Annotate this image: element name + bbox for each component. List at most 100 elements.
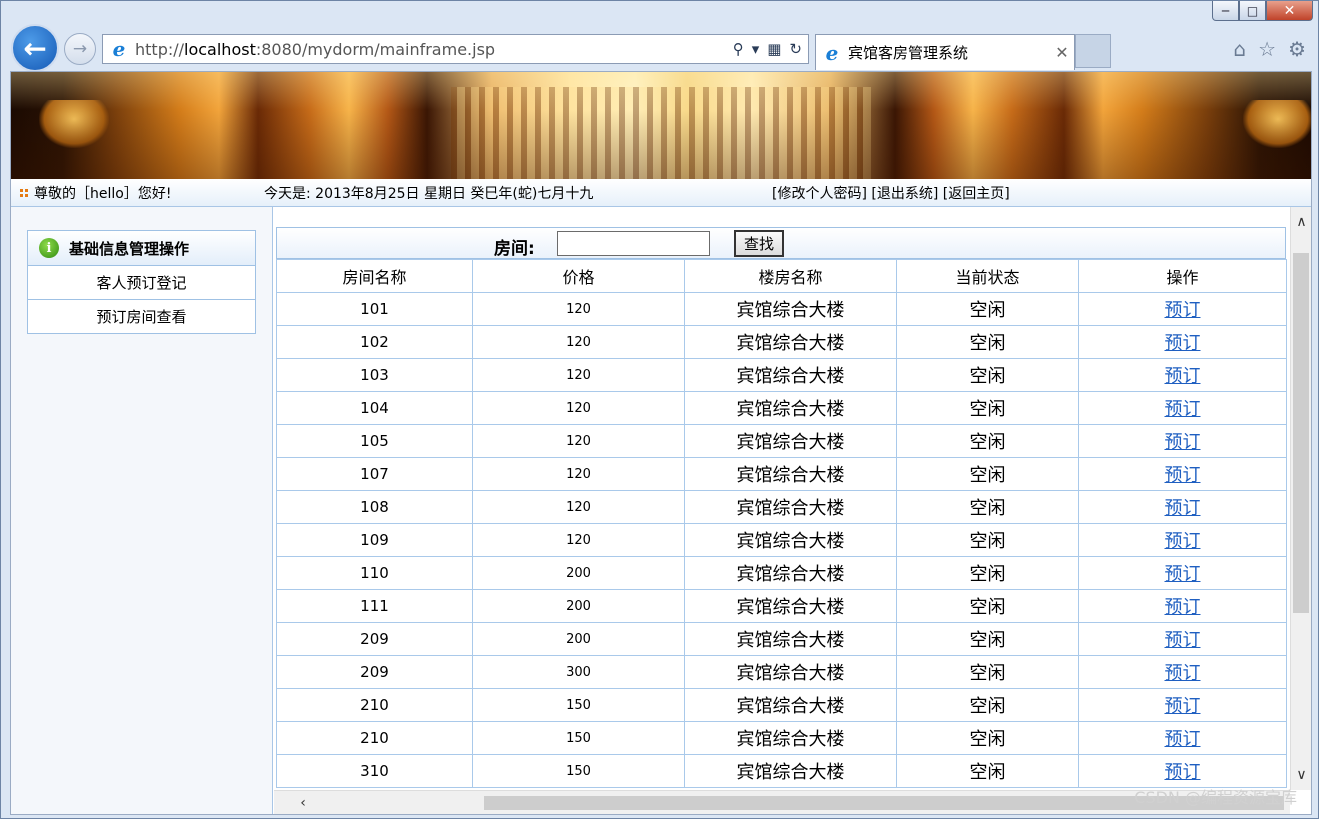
cell-price: 300 xyxy=(472,655,685,689)
back-button[interactable]: ← xyxy=(11,24,59,72)
info-bar: 尊敬的［hello］您好! 今天是: 2013年8月25日 星期日 癸巳年(蛇)… xyxy=(11,179,1311,207)
room-search-input[interactable] xyxy=(557,231,710,256)
cell-status: 空闲 xyxy=(896,424,1079,458)
cell-status: 空闲 xyxy=(896,721,1079,755)
vertical-scroll-thumb[interactable] xyxy=(1293,253,1309,613)
hotel-banner-image xyxy=(11,72,1311,179)
cell-room-name: 101 xyxy=(276,292,473,326)
cell-room-name: 310 xyxy=(276,754,473,788)
scroll-down-icon[interactable]: ∨ xyxy=(1291,764,1311,786)
cell-action: 预订 xyxy=(1078,754,1287,788)
room-table-body: 101 120 宾馆综合大楼 空闲 预订 102 120 宾馆综合大楼 空闲 预订 103 120 宾馆… xyxy=(276,292,1287,788)
cell-building: 宾馆综合大楼 xyxy=(684,655,897,689)
cell-room-name: 109 xyxy=(276,523,473,557)
cell-building: 宾馆综合大楼 xyxy=(684,358,897,392)
arrow-right-icon: → xyxy=(72,39,88,59)
sidebar: i 基础信息管理操作 客人预订登记 预订房间查看 xyxy=(11,207,273,814)
sidebar-item-guest-booking[interactable]: 客人预订登记 xyxy=(28,266,255,300)
book-room-link[interactable]: 预订 xyxy=(1165,531,1201,552)
tab-ie-icon: e xyxy=(825,40,839,65)
browser-toolbar-icons: ⌂ ☆ ⚙ xyxy=(1233,37,1306,61)
cell-price: 120 xyxy=(472,292,685,326)
cell-action: 预订 xyxy=(1078,655,1287,689)
cell-price: 120 xyxy=(472,523,685,557)
page-viewport: 尊敬的［hello］您好! 今天是: 2013年8月25日 星期日 癸巳年(蛇)… xyxy=(10,71,1312,815)
header-status: 当前状态 xyxy=(896,259,1079,293)
cell-status: 空闲 xyxy=(896,358,1079,392)
scroll-left-icon[interactable]: ‹ xyxy=(292,791,314,814)
table-row: 104 120 宾馆综合大楼 空闲 预订 xyxy=(276,391,1287,425)
home-icon[interactable]: ⌂ xyxy=(1233,37,1246,61)
cell-price: 120 xyxy=(472,325,685,359)
search-icon[interactable]: ⚲ xyxy=(733,40,744,58)
table-row: 103 120 宾馆综合大楼 空闲 预订 xyxy=(276,358,1287,392)
menu-header-label: 基础信息管理操作 xyxy=(69,239,190,258)
ie-logo-icon: e xyxy=(112,37,126,61)
minimize-icon[interactable]: ─ xyxy=(1212,1,1239,21)
arrow-left-icon: ← xyxy=(23,31,47,65)
dropdown-arrow-icon[interactable]: ▾ xyxy=(752,40,760,58)
book-room-link[interactable]: 预订 xyxy=(1165,762,1201,783)
cell-status: 空闲 xyxy=(896,655,1079,689)
cell-price: 200 xyxy=(472,589,685,623)
book-room-link[interactable]: 预订 xyxy=(1165,729,1201,750)
forward-button[interactable]: → xyxy=(64,33,96,65)
browser-window: ─ □ ✕ ← → e http://localhost:8080/mydorm… xyxy=(0,0,1319,819)
cell-room-name: 102 xyxy=(276,325,473,359)
cell-room-name: 105 xyxy=(276,424,473,458)
book-room-link[interactable]: 预订 xyxy=(1165,696,1201,717)
header-action: 操作 xyxy=(1078,259,1287,293)
refresh-icon[interactable]: ↻ xyxy=(789,40,802,58)
cell-room-name: 209 xyxy=(276,622,473,656)
cell-building: 宾馆综合大楼 xyxy=(684,523,897,557)
sidebar-menu: i 基础信息管理操作 客人预订登记 预订房间查看 xyxy=(27,230,256,334)
cell-building: 宾馆综合大楼 xyxy=(684,490,897,524)
cell-status: 空闲 xyxy=(896,754,1079,788)
favorites-star-icon[interactable]: ☆ xyxy=(1258,37,1276,61)
scroll-up-icon[interactable]: ∧ xyxy=(1291,211,1311,233)
cell-action: 预订 xyxy=(1078,358,1287,392)
book-room-link[interactable]: 预订 xyxy=(1165,630,1201,651)
book-room-link[interactable]: 预订 xyxy=(1165,300,1201,321)
tab-close-icon[interactable]: ✕ xyxy=(1050,43,1074,62)
cell-action: 预订 xyxy=(1078,721,1287,755)
book-room-link[interactable]: 预订 xyxy=(1165,465,1201,486)
vertical-scrollbar[interactable]: ∧ ∨ xyxy=(1290,207,1311,790)
menu-header: i 基础信息管理操作 xyxy=(28,231,255,266)
book-room-link[interactable]: 预订 xyxy=(1165,399,1201,420)
settings-gear-icon[interactable]: ⚙ xyxy=(1288,37,1306,61)
compatibility-view-icon[interactable]: ▦ xyxy=(767,40,781,58)
cell-room-name: 104 xyxy=(276,391,473,425)
book-room-link[interactable]: 预订 xyxy=(1165,366,1201,387)
cell-action: 预订 xyxy=(1078,292,1287,326)
book-room-link[interactable]: 预订 xyxy=(1165,564,1201,585)
book-room-link[interactable]: 预订 xyxy=(1165,333,1201,354)
close-window-icon[interactable]: ✕ xyxy=(1266,1,1313,21)
cell-status: 空闲 xyxy=(896,622,1079,656)
address-url[interactable]: http://localhost:8080/mydorm/mainframe.j… xyxy=(135,40,733,59)
cell-price: 120 xyxy=(472,490,685,524)
address-bar[interactable]: e http://localhost:8080/mydorm/mainframe… xyxy=(102,34,809,64)
search-button[interactable]: 查找 xyxy=(734,230,784,257)
table-row: 109 120 宾馆综合大楼 空闲 预订 xyxy=(276,523,1287,557)
book-room-link[interactable]: 预订 xyxy=(1165,597,1201,618)
book-room-link[interactable]: 预订 xyxy=(1165,663,1201,684)
browser-tab[interactable]: e 宾馆客房管理系统 ✕ xyxy=(815,34,1075,70)
cell-action: 预订 xyxy=(1078,622,1287,656)
account-links[interactable]: [修改个人密码] [退出系统] [返回主页] xyxy=(772,183,1010,203)
book-room-link[interactable]: 预订 xyxy=(1165,498,1201,519)
table-row: 111 200 宾馆综合大楼 空闲 预订 xyxy=(276,589,1287,623)
cell-price: 150 xyxy=(472,688,685,722)
cell-action: 预订 xyxy=(1078,556,1287,590)
book-room-link[interactable]: 预订 xyxy=(1165,432,1201,453)
maximize-icon[interactable]: □ xyxy=(1239,1,1266,21)
cell-building: 宾馆综合大楼 xyxy=(684,457,897,491)
url-path: :8080/mydorm/mainframe.jsp xyxy=(255,39,496,59)
new-tab-button[interactable] xyxy=(1075,34,1111,68)
table-row: 101 120 宾馆综合大楼 空闲 预订 xyxy=(276,292,1287,326)
cell-room-name: 209 xyxy=(276,655,473,689)
sidebar-item-view-bookings[interactable]: 预订房间查看 xyxy=(28,300,255,333)
table-row: 105 120 宾馆综合大楼 空闲 预订 xyxy=(276,424,1287,458)
cell-price: 120 xyxy=(472,358,685,392)
header-room-name: 房间名称 xyxy=(276,259,473,293)
